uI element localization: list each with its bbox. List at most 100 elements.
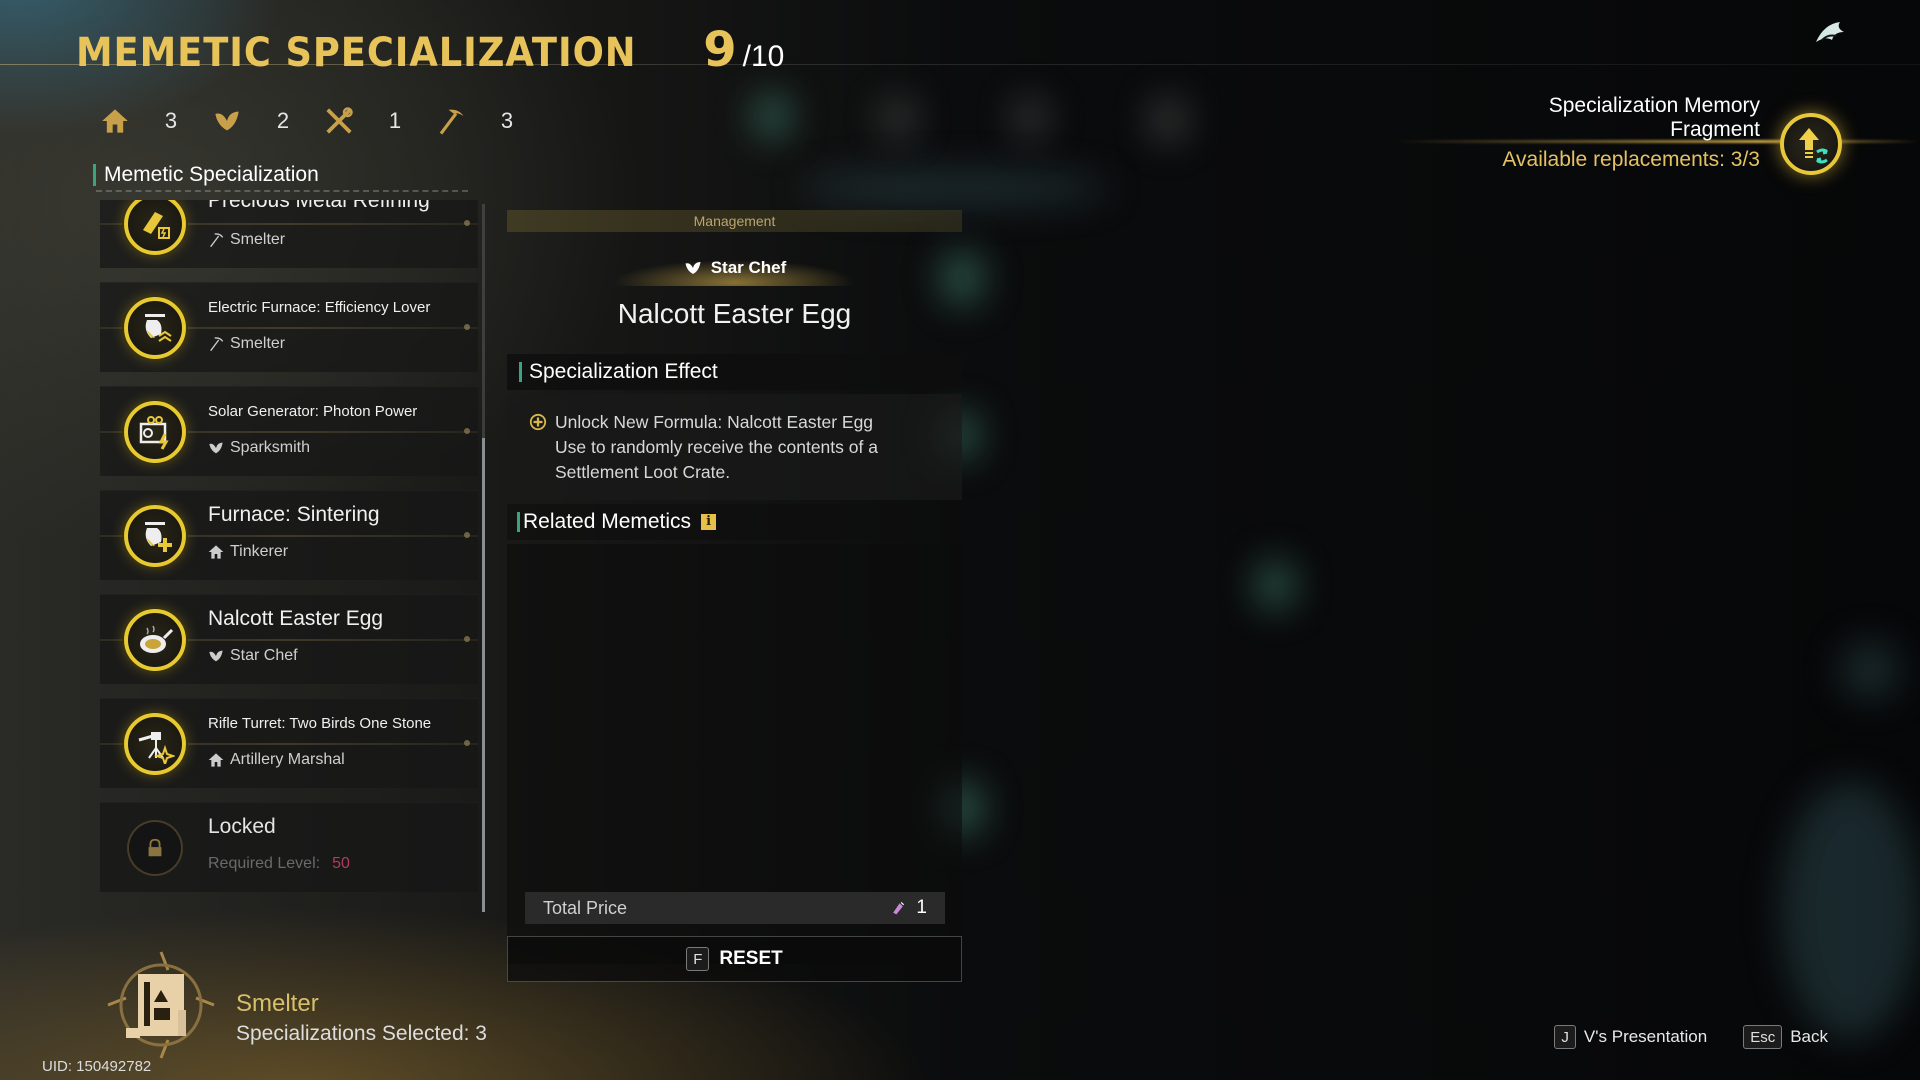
related-header: Related Memetics i <box>507 504 962 540</box>
role-label: Smelter <box>230 335 286 352</box>
lock-icon <box>127 820 183 876</box>
count-leaf: 2 <box>276 108 290 133</box>
info-icon[interactable]: i <box>701 514 717 531</box>
count-pickaxe: 3 <box>500 108 514 133</box>
effect-header: Specialization Effect <box>507 354 962 390</box>
rifle-turret-icon <box>124 713 186 775</box>
reset-button[interactable]: F RESET <box>507 936 962 982</box>
fragment-title-2: Fragment <box>1670 118 1760 141</box>
memory-fragment-button[interactable] <box>1780 113 1842 175</box>
presentation-label: V's Presentation <box>1583 1027 1708 1046</box>
item-role: Smelter <box>208 231 285 249</box>
count-house: 3 <box>164 108 178 133</box>
key-hint-j: J <box>1554 1025 1576 1049</box>
list-scrollbar[interactable] <box>482 204 485 912</box>
leaf-icon <box>685 262 701 274</box>
back-label: Back <box>1790 1027 1828 1046</box>
leaf-icon <box>212 106 242 136</box>
item-dot <box>464 636 470 642</box>
item-dot <box>464 220 470 226</box>
specialization-item[interactable]: Electric Furnace: Efficiency Lover Smelt… <box>100 282 478 372</box>
total-price-value: 1 <box>916 897 927 918</box>
specialization-item[interactable]: Nalcott Easter Egg Star Chef <box>100 594 478 684</box>
item-name: Nalcott Easter Egg <box>208 607 384 630</box>
bg-tree-node <box>752 92 792 140</box>
role-label: Smelter <box>230 231 286 248</box>
accent-bar <box>517 512 520 532</box>
page-title: MEMETIC SPECIALIZATION 9 /10 <box>76 22 784 78</box>
effect-title: Specialization Effect <box>529 360 718 383</box>
upgrade-swap-icon <box>1799 128 1829 164</box>
furnace-icon <box>124 505 186 567</box>
role-label: Star Chef <box>230 647 298 664</box>
scrollbar-thumb[interactable] <box>482 437 485 912</box>
item-role: Smelter <box>208 335 285 353</box>
leaf-icon <box>209 650 223 662</box>
solar-generator-icon <box>124 401 186 463</box>
detail-panel: Management Star Chef Nalcott Easter Egg … <box>507 210 962 982</box>
detail-role-label: Star Chef <box>710 258 787 277</box>
memory-crystal-icon <box>893 901 905 915</box>
item-dot <box>464 740 470 746</box>
locked-label: Locked <box>208 815 276 838</box>
bg-tree-node <box>1012 96 1048 140</box>
bg-glow <box>1780 780 1920 1040</box>
points-max: /10 <box>742 40 785 73</box>
uid: UID: 150492782 <box>42 1058 152 1075</box>
fragment-title-1: Specialization Memory <box>1548 94 1760 117</box>
house-icon <box>208 753 224 767</box>
accent-bar <box>519 362 522 382</box>
item-role: Sparksmith <box>208 439 310 457</box>
bg-tree-label <box>800 170 1110 206</box>
presentation-button[interactable]: J V's Presentation <box>1554 1025 1707 1049</box>
class-counts: 3 2 1 3 <box>100 106 548 136</box>
role-label: Tinkerer <box>230 543 289 560</box>
class-name: Smelter <box>236 990 319 1017</box>
specializations-selected: Specializations Selected: 3 <box>236 1022 487 1045</box>
frying-pan-icon <box>124 609 186 671</box>
bg-tree-node <box>1148 96 1188 144</box>
count-tools: 1 <box>388 108 402 133</box>
house-icon <box>208 545 224 559</box>
item-dot <box>464 324 470 330</box>
related-title: Related Memetics <box>523 510 692 533</box>
detail-name: Nalcott Easter Egg <box>617 298 852 329</box>
reset-label: RESET <box>719 948 783 969</box>
locked-slot[interactable]: Locked Required Level: 50 <box>100 802 478 892</box>
item-role: Tinkerer <box>208 543 288 561</box>
pickaxe-icon <box>436 106 466 136</box>
specialization-item[interactable]: Solar Generator: Photon Power Sparksmith <box>100 386 478 476</box>
memory-fragment-info: Specialization Memory Fragment Available… <box>1502 94 1760 172</box>
detail-role: Star Chef <box>507 250 962 286</box>
key-hint-esc: Esc <box>1743 1025 1783 1049</box>
required-level-value: 50 <box>332 855 350 872</box>
item-name: Rifle Turret: Two Birds One Stone <box>208 715 432 732</box>
specialization-list: Precious Metal Refining Smelter Electric… <box>100 200 478 915</box>
item-name: Electric Furnace: Efficiency Lover <box>208 299 431 316</box>
section-title: Memetic Specialization <box>93 164 319 186</box>
key-hint-f: F <box>686 947 710 971</box>
item-dot <box>464 428 470 434</box>
effect-body: Unlock New Formula: Nalcott Easter Egg U… <box>507 394 962 500</box>
item-role: Artillery Marshal <box>208 751 345 769</box>
effect-line-1: Unlock New Formula: Nalcott Easter Egg <box>555 412 874 432</box>
plus-circle-icon <box>529 413 547 431</box>
effect-line-2: Use to randomly receive the contents of … <box>555 437 878 482</box>
house-icon <box>100 106 130 136</box>
key-hints: J V's Presentation Esc Back <box>1554 1025 1828 1049</box>
tools-icon <box>324 106 354 136</box>
title-text: MEMETIC SPECIALIZATION <box>76 30 637 76</box>
back-button[interactable]: Esc Back <box>1743 1025 1828 1049</box>
role-label: Artillery Marshal <box>230 751 345 768</box>
total-price-label: Total Price <box>543 897 628 918</box>
role-label: Sparksmith <box>230 439 311 456</box>
bg-tree-node <box>1255 560 1295 610</box>
specialization-item[interactable]: Furnace: Sintering Tinkerer <box>100 490 478 580</box>
item-name: Precious Metal Refining <box>208 200 430 212</box>
total-price-row: Total Price 1 <box>525 892 945 924</box>
specialization-item[interactable]: Rifle Turret: Two Birds One Stone Artill… <box>100 698 478 788</box>
item-dot <box>464 532 470 538</box>
smelter-class-emblem <box>106 950 216 1060</box>
specialization-item[interactable]: Precious Metal Refining Smelter <box>100 200 478 268</box>
available-replacements: Available replacements: 3/3 <box>1502 148 1760 171</box>
